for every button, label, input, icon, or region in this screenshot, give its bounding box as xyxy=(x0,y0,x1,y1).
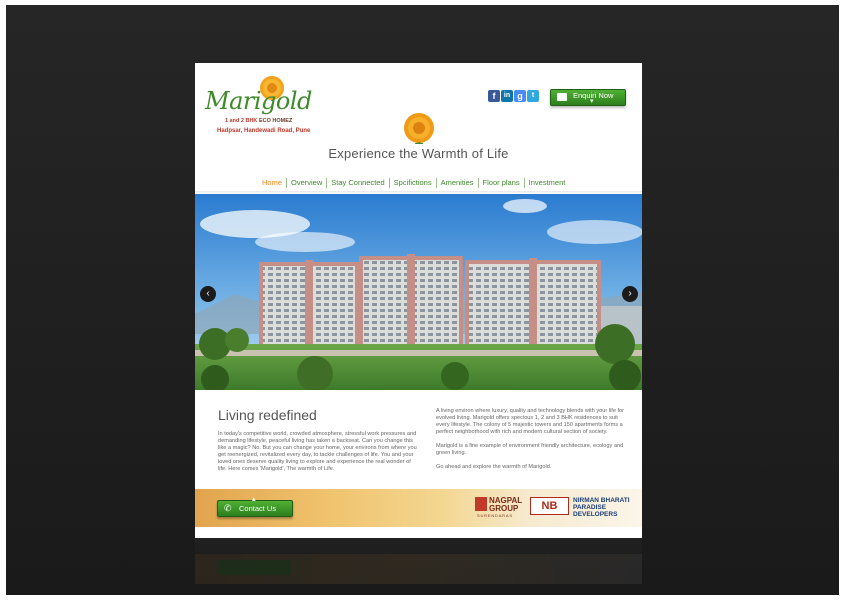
page-tagline: Experience the Warmth of Life xyxy=(328,146,509,161)
detail-paragraph-1: A living environ where luxury, quality a… xyxy=(436,408,625,435)
chevron-down-icon: ▾ xyxy=(590,98,594,105)
slider-next-button[interactable]: › xyxy=(622,286,638,302)
detail-paragraph-3: Go ahead and explore the warmth of Marig… xyxy=(436,464,552,470)
nagpal-group-logo xyxy=(475,497,487,511)
main-nav: Home Overview Stay Connected Spcifiction… xyxy=(258,178,569,188)
detail-column: A living environ where luxury, quality a… xyxy=(436,408,631,478)
hero-slider: ‹ › xyxy=(195,194,642,390)
enquiry-now-button[interactable]: Enquiri Now ▾ xyxy=(550,89,626,106)
nav-floor-plans[interactable]: Floor plans xyxy=(477,178,524,188)
facebook-icon[interactable]: f xyxy=(488,90,500,102)
brand-location: Hadpsar, Handewadi Road, Pune xyxy=(217,128,311,134)
linkedin-icon[interactable]: in xyxy=(501,90,513,102)
nav-home[interactable]: Home xyxy=(258,178,286,188)
nav-amenities[interactable]: Amenities xyxy=(435,178,478,188)
page-reflection xyxy=(195,538,642,588)
website-page: Marigold 1 and 2 BHK ECO HOMEZ Hadpsar, … xyxy=(195,63,642,538)
nirman-bharati-logo: NB xyxy=(530,497,569,515)
envelope-icon xyxy=(557,93,567,101)
nagpal-group-name: NAGPAL GROUP xyxy=(489,496,523,513)
nirman-bharati-name: NIRMAN BHARATI PARADISE DEVELOPERS xyxy=(573,497,630,518)
marigold-hero-icon xyxy=(404,113,434,144)
social-links: f in g t xyxy=(488,90,539,102)
nav-overview[interactable]: Overview xyxy=(286,178,326,188)
chevron-up-icon: ▴ xyxy=(252,496,256,503)
content-heading: Living redefined xyxy=(218,407,317,423)
detail-paragraph-2: Marigold is a fine example of environmen… xyxy=(436,443,624,456)
googleplus-icon[interactable]: g xyxy=(514,90,526,102)
footer-banner: ▴ ✆ Contact Us NAGPAL GROUP SURENDARAS N… xyxy=(195,489,642,527)
nav-stay-connected[interactable]: Stay Connected xyxy=(326,178,388,188)
brand-name: Marigold xyxy=(205,87,312,115)
nav-investment[interactable]: Investment xyxy=(523,178,570,188)
nav-specifications[interactable]: Spcifictions xyxy=(388,178,436,188)
slider-prev-button[interactable]: ‹ xyxy=(200,286,216,302)
phone-icon: ✆ xyxy=(224,503,232,513)
contact-label: Contact Us xyxy=(239,504,277,513)
marigold-logo[interactable]: Marigold 1 and 2 BHK ECO HOMEZ Hadpsar, … xyxy=(203,71,313,141)
contact-us-button[interactable]: ▴ ✆ Contact Us xyxy=(217,496,293,517)
intro-paragraph: In today's competitive world, crowded at… xyxy=(218,431,417,472)
nagpal-group-subtitle: SURENDARAS xyxy=(477,513,513,518)
brand-subtitle: 1 and 2 BHK ECO HOMEZ xyxy=(225,118,293,124)
building-render-image xyxy=(195,194,642,390)
reflection-button xyxy=(217,560,291,575)
twitter-icon[interactable]: t xyxy=(527,90,539,102)
